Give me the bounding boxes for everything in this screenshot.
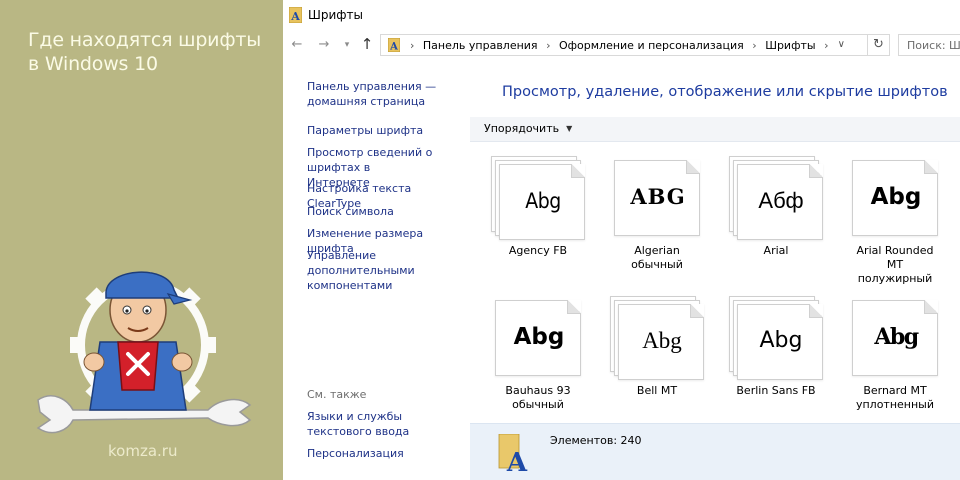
back-arrow-icon[interactable]: ← <box>289 37 305 52</box>
title-bar: A Шрифты <box>283 0 960 31</box>
font-sample: Abg <box>759 328 803 353</box>
fonts-folder-large-icon: A <box>498 434 528 474</box>
forward-arrow-icon[interactable]: → <box>316 37 332 52</box>
font-file-stack-icon: Абф <box>729 156 823 240</box>
breadcrumb-item-fonts[interactable]: Шрифты <box>765 39 815 52</box>
font-sample: Abg <box>874 324 919 350</box>
breadcrumb-item-control-panel[interactable]: Панель управления <box>423 39 538 52</box>
window-title: Шрифты <box>308 8 363 22</box>
promo-title-line-2: в Windows 10 <box>28 53 158 75</box>
font-name: Arial Rounded MT полужирный <box>856 244 934 285</box>
font-name: Bernard MT уплотненный <box>855 384 935 411</box>
font-item-algerian[interactable]: ABG Algerian обычный <box>603 156 711 272</box>
up-arrow-icon[interactable]: ↑ <box>359 35 375 53</box>
control-panel-home-link[interactable]: Панель управления — домашняя страница <box>307 79 467 109</box>
organize-button-label: Упорядочить <box>484 122 560 135</box>
mascot-illustration <box>36 271 252 434</box>
recent-locations-chevron-icon[interactable]: ▾ <box>339 40 355 50</box>
font-item-bell-mt[interactable]: Abg Bell MT <box>603 296 711 398</box>
font-settings-link[interactable]: Параметры шрифта <box>307 123 467 138</box>
page-title: Просмотр, удаление, отображение или скры… <box>502 84 948 100</box>
main-content: Просмотр, удаление, отображение или скры… <box>470 60 960 480</box>
breadcrumb-item-appearance[interactable]: Оформление и персонализация <box>559 39 744 52</box>
font-file-icon: Abg <box>848 156 942 240</box>
address-bar[interactable]: A › Панель управления › Оформление и пер… <box>380 34 868 56</box>
breadcrumb-separator-icon[interactable]: › <box>410 39 414 52</box>
font-item-bernard-mt[interactable]: Abg Bernard MT уплотненный <box>841 296 949 412</box>
font-file-icon: Abg <box>491 296 585 380</box>
details-pane: A Элементов: 240 <box>470 423 960 480</box>
navigation-bar: ← → ▾ ↑ A › Панель управления › Оформлен… <box>283 31 960 60</box>
promo-site-label: komza.ru <box>108 442 178 460</box>
font-sample: Abg <box>513 324 565 350</box>
font-file-stack-icon: Abg <box>610 296 704 380</box>
breadcrumb-separator-icon[interactable]: › <box>752 39 756 52</box>
font-item-arial-rounded[interactable]: Abg Arial Rounded MT полужирный <box>841 156 949 286</box>
font-name: Bell MT <box>636 384 678 397</box>
font-file-icon: ABG <box>610 156 704 240</box>
promo-panel: Где находятся шрифты в Windows 10 komza.… <box>0 0 283 480</box>
personalization-link[interactable]: Персонализация <box>307 446 467 461</box>
font-sample: Abg <box>525 189 561 213</box>
font-name: Bauhaus 93 обычный <box>505 384 571 411</box>
fonts-folder-icon: A <box>388 38 400 52</box>
svg-text:A: A <box>506 448 528 474</box>
refresh-icon[interactable]: ↻ <box>868 34 890 56</box>
svg-text:A: A <box>290 10 300 23</box>
fonts-folder-icon: A <box>289 7 302 23</box>
breadcrumb-separator-icon[interactable]: › <box>546 39 550 52</box>
font-sample: ABG <box>630 184 686 209</box>
font-sample: Abg <box>642 328 682 353</box>
font-item-agency-fb[interactable]: Abg Agency FB <box>484 156 592 258</box>
organize-button[interactable]: Упорядочить ▼ <box>484 122 572 135</box>
dropdown-caret-icon: ▼ <box>566 124 573 133</box>
font-item-arial[interactable]: Абф Arial <box>722 156 830 258</box>
svg-text:A: A <box>389 42 398 53</box>
promo-title: Где находятся шрифты в Windows 10 <box>28 28 268 76</box>
left-pane: Панель управления — домашняя страница Па… <box>283 60 470 480</box>
font-sample: Abg <box>870 184 922 210</box>
breadcrumb-separator-icon[interactable]: › <box>824 39 828 52</box>
explorer-window: A Шрифты ← → ▾ ↑ A › Панель управления ›… <box>283 0 960 480</box>
font-item-bauhaus-93[interactable]: Abg Bauhaus 93 обычный <box>484 296 592 412</box>
font-file-icon: Abg <box>848 296 942 380</box>
see-also-label: См. также <box>307 388 367 401</box>
font-file-stack-icon: Abg <box>491 156 585 240</box>
font-name: Berlin Sans FB <box>736 384 816 397</box>
manage-optional-features-link[interactable]: Управление дополнительными компонентами <box>307 248 417 293</box>
font-name: Agency FB <box>508 244 568 257</box>
search-input[interactable]: Поиск: Шрифты <box>898 34 960 56</box>
find-character-link[interactable]: Поиск символа <box>307 204 467 219</box>
font-name: Arial <box>763 244 789 257</box>
command-bar: Упорядочить ▼ <box>470 117 960 142</box>
text-input-services-link[interactable]: Языки и службы текстового ввода <box>307 409 462 439</box>
font-file-stack-icon: Abg <box>729 296 823 380</box>
font-name: Algerian обычный <box>631 244 683 271</box>
item-count: Элементов: 240 <box>550 434 642 447</box>
promo-title-line-1: Где находятся шрифты <box>28 29 262 51</box>
font-item-berlin-sans[interactable]: Abg Berlin Sans FB <box>722 296 830 398</box>
font-sample: Абф <box>758 188 804 213</box>
breadcrumb: › Панель управления › Оформление и персо… <box>405 39 834 52</box>
address-dropdown-icon[interactable]: ∨ <box>838 39 845 50</box>
